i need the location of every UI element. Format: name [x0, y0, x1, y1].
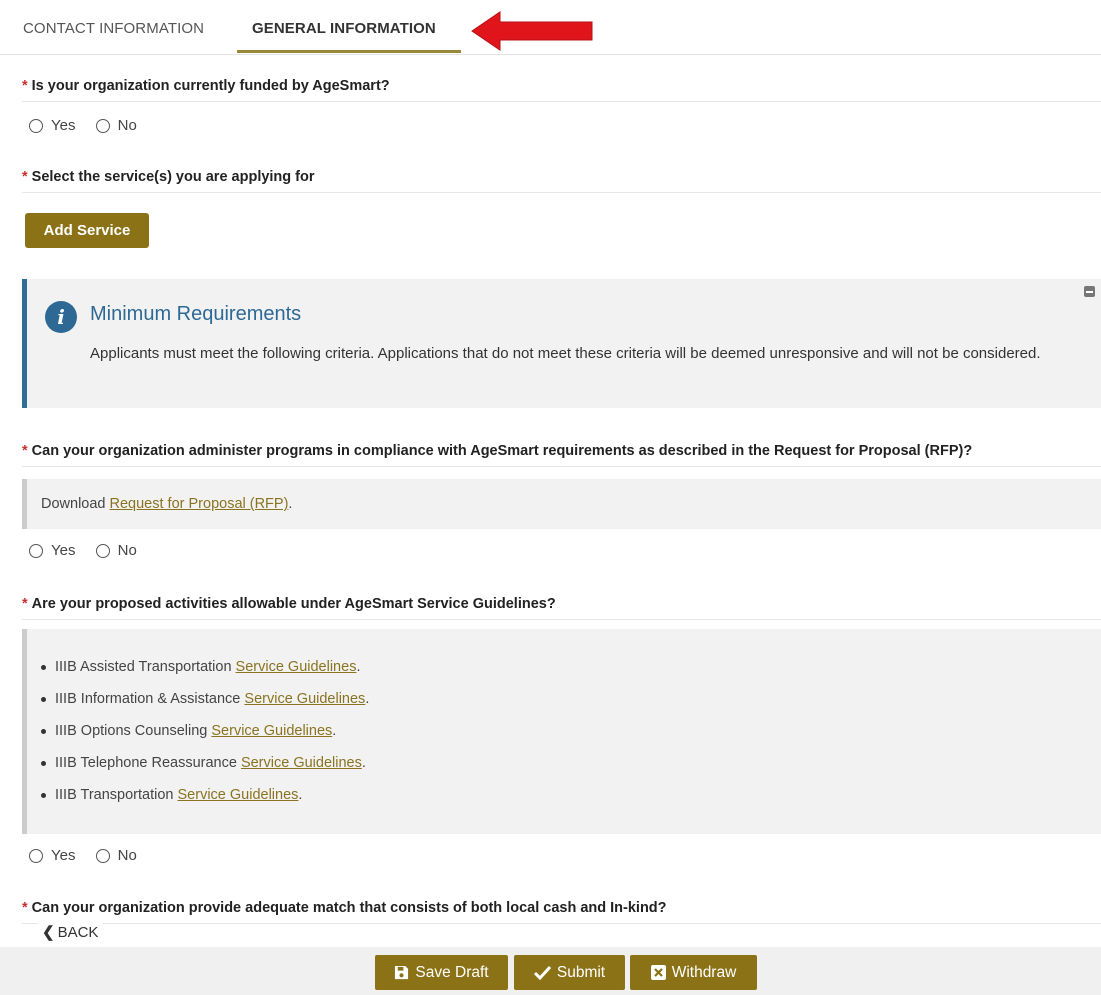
service-guidelines-link[interactable]: Service Guidelines [211, 723, 332, 739]
withdraw-label: Withdraw [671, 963, 737, 981]
question-text: Select the service(s) you are applying f… [31, 169, 315, 185]
radio-circle-icon[interactable] [95, 543, 110, 558]
info-icon: i [45, 301, 77, 333]
item-suffix: . [298, 787, 303, 803]
radio-circle-icon[interactable] [95, 848, 110, 863]
floppy-disk-icon [394, 965, 409, 980]
item-label: IIIB Transportation [55, 787, 178, 803]
list-item: IIIB Transportation Service Guidelines. [41, 779, 1101, 811]
question-text: Can your organization provide adequate m… [31, 900, 667, 916]
required-marker: * [22, 78, 28, 94]
service-guidelines-link[interactable]: Service Guidelines [241, 755, 362, 771]
question-adequate-match: * Can your organization provide adequate … [22, 900, 1101, 924]
item-suffix: . [356, 659, 361, 675]
active-tab-indicator [237, 50, 461, 53]
question-text: Is your organization currently funded by… [31, 78, 390, 94]
rfp-link[interactable]: Request for Proposal (RFP) [110, 496, 289, 512]
radio-yes[interactable]: Yes [29, 117, 75, 134]
list-item: IIIB Options Counseling Service Guidelin… [41, 715, 1101, 747]
radio-circle-icon[interactable] [29, 848, 43, 863]
question-select-services: * Select the service(s) you are applying … [22, 169, 1101, 193]
footer-action-bar: Save Draft Submit Withdraw [0, 947, 1101, 995]
required-marker: * [22, 443, 28, 459]
red-arrow-annotation [471, 11, 593, 51]
service-guidelines-list-panel: IIIB Assisted Transportation Service Gui… [22, 629, 1101, 834]
required-marker: * [22, 900, 28, 916]
info-text: Applicants must meet the following crite… [90, 345, 1041, 362]
list-item: IIIB Assisted Transportation Service Gui… [41, 651, 1101, 683]
radio-circle-icon[interactable] [29, 118, 43, 133]
rfp-download-note: Download Request for Proposal (RFP). [22, 479, 1101, 529]
service-guidelines-link[interactable]: Service Guidelines [178, 787, 299, 803]
info-title: Minimum Requirements [90, 303, 302, 325]
required-marker: * [22, 596, 28, 612]
required-marker: * [22, 169, 28, 185]
radio-group-funded: Yes No [29, 117, 153, 137]
note-prefix: Download [41, 496, 110, 512]
service-guidelines-link[interactable]: Service Guidelines [236, 659, 357, 675]
item-label: IIIB Options Counseling [55, 723, 212, 739]
radio-group-rfp: Yes No [29, 542, 153, 562]
item-suffix: . [365, 691, 370, 707]
question-text: Are your proposed activities allowable u… [31, 596, 556, 612]
back-link[interactable]: ❮ BACK [38, 923, 103, 941]
back-label: BACK [57, 924, 99, 941]
item-label: IIIB Telephone Reassurance [55, 755, 241, 771]
radio-group-guidelines: Yes No [29, 847, 153, 867]
question-funded-by-agesmart: * Is your organization currently funded b… [22, 78, 1101, 102]
withdraw-button[interactable]: Withdraw [630, 955, 757, 990]
item-label: IIIB Assisted Transportation [55, 659, 236, 675]
tab-contact-information[interactable]: CONTACT INFORMATION [23, 20, 204, 37]
save-draft-label: Save Draft [415, 963, 489, 981]
item-suffix: . [361, 755, 366, 771]
checkmark-icon [533, 965, 551, 980]
radio-circle-icon[interactable] [95, 118, 110, 133]
add-service-button[interactable]: Add Service [25, 213, 149, 248]
save-draft-button[interactable]: Save Draft [375, 955, 508, 990]
collapse-icon[interactable] [1084, 286, 1095, 297]
radio-no[interactable]: No [95, 117, 137, 134]
radio-no-label: No [117, 117, 137, 134]
submit-button[interactable]: Submit [514, 955, 625, 990]
radio-yes-label: Yes [51, 847, 76, 864]
radio-yes[interactable]: Yes [29, 847, 75, 864]
chevron-left-icon: ❮ [42, 924, 55, 941]
tab-general-information[interactable]: GENERAL INFORMATION [252, 20, 436, 37]
service-guidelines-list: IIIB Assisted Transportation Service Gui… [27, 651, 1101, 811]
radio-no[interactable]: No [95, 542, 137, 559]
list-item: IIIB Information & Assistance Service Gu… [41, 683, 1101, 715]
item-suffix: . [332, 723, 337, 739]
question-text: Can your organization administer program… [31, 443, 973, 459]
minimum-requirements-panel: i Minimum Requirements Applicants must m… [22, 279, 1101, 408]
radio-no[interactable]: No [95, 847, 137, 864]
radio-yes-label: Yes [51, 542, 76, 559]
list-item: IIIB Telephone Reassurance Service Guide… [41, 747, 1101, 779]
radio-yes[interactable]: Yes [29, 542, 75, 559]
radio-yes-label: Yes [51, 117, 76, 134]
radio-no-label: No [117, 847, 137, 864]
service-guidelines-link[interactable]: Service Guidelines [244, 691, 365, 707]
question-rfp-compliance: * Can your organization administer progra… [22, 443, 1101, 467]
radio-circle-icon[interactable] [29, 543, 43, 558]
close-box-icon [650, 965, 666, 980]
question-service-guidelines: * Are your proposed activities allowable … [22, 596, 1101, 620]
item-label: IIIB Information & Assistance [55, 691, 245, 707]
submit-label: Submit [556, 963, 606, 981]
note-suffix: . [288, 496, 293, 512]
radio-no-label: No [117, 542, 137, 559]
